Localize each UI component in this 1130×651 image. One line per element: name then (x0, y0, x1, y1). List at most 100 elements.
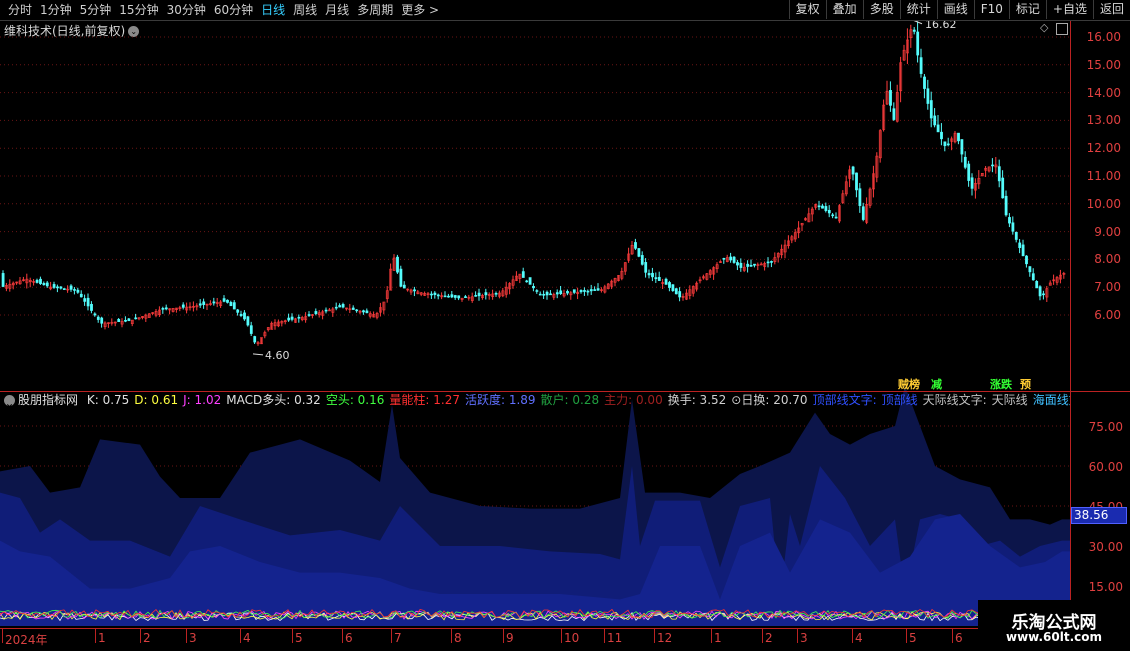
candle-body (749, 264, 753, 267)
back-button[interactable]: 返回 (1092, 0, 1130, 19)
candle-body (1035, 281, 1039, 289)
candle-body (69, 285, 73, 290)
candle-body (651, 272, 654, 278)
candle-body (59, 286, 63, 289)
add-watchlist-button[interactable]: +自选 (1045, 0, 1093, 19)
tab-30min[interactable]: 30分钟 (163, 2, 210, 18)
candle-body (634, 242, 637, 249)
candle-body (1028, 266, 1032, 273)
tab-multi-period[interactable]: 多周期 (353, 2, 397, 18)
candle-body (436, 294, 440, 297)
candle-body (202, 301, 206, 305)
kline-chart[interactable]: 16.62 4.60 (0, 21, 1070, 628)
candle-body (637, 248, 641, 257)
candle-body (831, 214, 835, 217)
candle-body (647, 273, 651, 276)
tab-more[interactable]: 更多 > (397, 2, 443, 18)
f10-button[interactable]: F10 (973, 0, 1009, 19)
price-tick-label: 14.00 (1086, 85, 1121, 100)
date-tick-label: 5 (292, 629, 303, 645)
indicator-value: ⊙日换: 20.70 (731, 393, 808, 407)
multi-stock-button[interactable]: 多股 (862, 0, 900, 19)
draw-line-button[interactable]: 画线 (936, 0, 974, 19)
candle-body (161, 308, 165, 310)
date-tick-label: 2 (140, 629, 151, 645)
candle-body (559, 290, 563, 295)
candle-body (355, 309, 359, 312)
candle-body (746, 263, 750, 267)
candle-body (297, 316, 301, 319)
restore-rights-button[interactable]: 复权 (788, 0, 826, 19)
tab-60min[interactable]: 60分钟 (210, 2, 257, 18)
watermark-url: www.60lt.com (1005, 630, 1103, 644)
mark-button[interactable]: 标记 (1008, 0, 1046, 19)
high-marker-line (913, 21, 923, 25)
candle-body (817, 205, 821, 208)
candle-body (824, 206, 828, 211)
signal-label: 涨跌 (990, 378, 1012, 391)
current-value-badge: 38.56 (1071, 507, 1127, 524)
candle-body (861, 206, 865, 220)
indicator-value: 换手: 3.52 (667, 393, 727, 407)
candle-body (664, 278, 668, 285)
candle-body (413, 289, 416, 292)
candle-body (246, 316, 250, 326)
price-tick-label: 7.00 (1094, 280, 1121, 295)
candle-body (644, 262, 648, 273)
candle-body (1025, 255, 1028, 265)
chevron-down-icon[interactable]: ⌄ (4, 395, 15, 410)
tab-minute[interactable]: 分时 (4, 2, 36, 18)
indicator-value: 海面线文字: (1032, 393, 1070, 407)
date-tick-label: 2024年 (2, 629, 48, 647)
candle-body (583, 290, 586, 292)
candle-body (753, 263, 756, 266)
date-tick-label: 2 (762, 629, 773, 645)
candle-body (960, 139, 964, 155)
date-tick-label: 4 (240, 629, 251, 645)
date-tick-label: 1 (711, 629, 722, 645)
candle-body (997, 166, 1001, 182)
candle-body (86, 297, 90, 307)
tab-monthly[interactable]: 月线 (321, 2, 353, 18)
indicator-value: 天际线 (991, 393, 1028, 407)
candle-body (249, 325, 253, 334)
candle-body (314, 311, 318, 314)
candle-body (433, 292, 437, 295)
tab-weekly[interactable]: 周线 (289, 2, 321, 18)
candle-body (722, 258, 726, 260)
candle-body (457, 295, 461, 299)
date-tick-label: 7 (391, 629, 402, 645)
tab-daily[interactable]: 日线 (257, 2, 289, 18)
candle-body (76, 289, 80, 293)
indicator-value: K: 0.75 (86, 393, 130, 407)
candle-body (96, 316, 100, 320)
candle-body (892, 108, 896, 120)
candle-body (535, 290, 539, 292)
candle-body (589, 289, 593, 292)
candle-body (42, 283, 46, 286)
date-tick-label: 3 (186, 629, 197, 645)
candle-body (56, 286, 59, 289)
indicator-name[interactable]: 股朋指标网 (18, 393, 78, 407)
tab-15min[interactable]: 15分钟 (115, 2, 162, 18)
tab-5min[interactable]: 5分钟 (76, 2, 116, 18)
candle-body (90, 303, 93, 311)
candle-body (933, 115, 937, 126)
date-tick-label: 8 (451, 629, 462, 645)
side-scroll-strip[interactable] (1122, 21, 1130, 628)
candle-body (521, 271, 525, 278)
candle-body (232, 302, 236, 310)
candle-body (1021, 244, 1025, 257)
overlay-button[interactable]: 叠加 (825, 0, 863, 19)
candle-body (970, 177, 974, 189)
candle-body (549, 293, 552, 296)
statistics-button[interactable]: 统计 (899, 0, 937, 19)
candle-body (827, 210, 831, 214)
candle-body (164, 307, 168, 310)
tab-1min[interactable]: 1分钟 (36, 2, 76, 18)
date-tick-label: 6 (952, 629, 963, 645)
candle-body (1008, 217, 1011, 224)
indicator-tick-label: 15.00 (1088, 580, 1123, 594)
candle-body (450, 294, 454, 298)
date-tick-label: 11 (603, 629, 623, 645)
